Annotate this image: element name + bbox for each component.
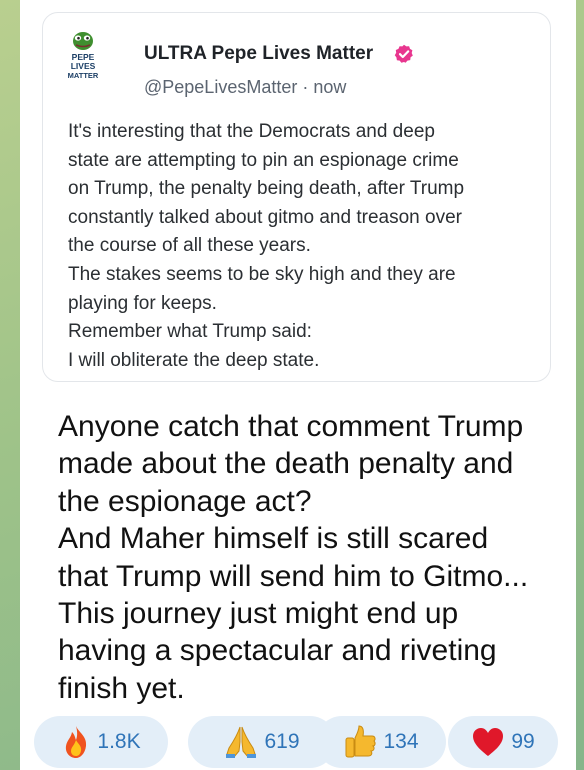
caption-line: that Trump will send him to Gitmo... — [58, 559, 529, 593]
post-text-line: The stakes seems to be sky high and they… — [68, 263, 456, 285]
avatar[interactable]: PEPE LIVES MATTER — [63, 29, 103, 83]
praying-hands-icon — [226, 726, 257, 758]
caption-line: finish yet. — [58, 671, 185, 705]
reaction-heart-button[interactable]: 99 — [448, 716, 558, 768]
post-text-line: constantly talked about gitmo and treaso… — [68, 206, 462, 228]
message-bubble: PEPE LIVES MATTER ULTRA Pepe Lives Matte… — [20, 0, 576, 770]
reaction-count: 619 — [264, 730, 300, 753]
verified-badge-icon — [394, 44, 413, 63]
message-caption: Anyone catch that comment Trump made abo… — [58, 408, 578, 707]
post-text-line: Remember what Trump said: — [68, 321, 312, 343]
author-name[interactable]: ULTRA Pepe Lives Matter — [144, 43, 373, 65]
reaction-fire-button[interactable]: 1.8K — [34, 716, 168, 768]
post-text-line: I will obliterate the deep state. — [68, 349, 320, 371]
thumbs-up-icon — [345, 725, 377, 758]
caption-line: Anyone catch that comment Trump — [58, 410, 524, 443]
reaction-count: 1.8K — [97, 730, 141, 753]
reaction-count: 134 — [383, 730, 419, 753]
caption-line: And Maher himself is still scared — [58, 522, 489, 556]
post-time: now — [313, 77, 347, 97]
post-text-line: It's interesting that the Democrats and … — [68, 121, 435, 142]
post-text-line: playing for keeps. — [68, 292, 217, 314]
avatar-text-2: LIVES — [71, 61, 96, 71]
post-text-line: the course of all these years. — [68, 235, 311, 257]
reaction-thumbs-up-button[interactable]: 134 — [316, 716, 446, 768]
reactions-bar: 1.8K 619 134 99 — [34, 716, 564, 768]
post-text: It's interesting that the Democrats and … — [68, 118, 538, 375]
quoted-post-card[interactable]: PEPE LIVES MATTER ULTRA Pepe Lives Matte… — [42, 12, 551, 382]
separator-dot: · — [302, 77, 309, 97]
caption-line: the espionage act? — [58, 484, 312, 518]
caption-line: having a spectacular and riveting — [58, 634, 497, 668]
heart-icon — [473, 728, 504, 756]
caption-line: made about the death penalty and — [58, 447, 514, 481]
fire-icon — [66, 726, 87, 758]
caption-line: This journey just might end up — [58, 597, 459, 631]
reaction-count: 99 — [511, 730, 535, 753]
author-handle[interactable]: @PepeLivesMatter — [144, 77, 297, 97]
reaction-praying-hands-button[interactable]: 619 — [188, 716, 336, 768]
handle-time: @PepeLivesMatter · now — [144, 77, 346, 98]
avatar-text-3: MATTER — [68, 71, 99, 80]
post-text-line: state are attempting to pin an espionage… — [68, 149, 459, 171]
post-text-line: on Trump, the penalty being death, after… — [68, 178, 465, 200]
